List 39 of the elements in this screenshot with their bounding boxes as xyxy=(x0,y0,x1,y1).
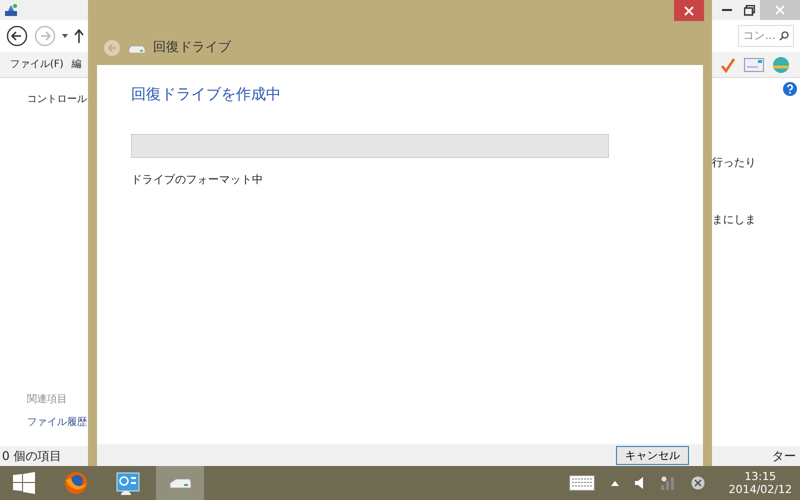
dialog-heading: 回復ドライブを作成中 xyxy=(131,84,282,105)
control-panel-icon xyxy=(115,470,141,496)
signal-icon[interactable] xyxy=(660,476,675,490)
breadcrumb[interactable]: コントロール xyxy=(27,92,87,107)
item-count: 0 個の項目 xyxy=(2,448,62,465)
dialog-title: 回復ドライブ xyxy=(153,38,231,57)
close-circle-icon[interactable] xyxy=(690,476,705,490)
side-link[interactable]: ファイル履歴 xyxy=(27,415,87,430)
drive-icon xyxy=(129,42,145,52)
minimize-icon xyxy=(722,9,732,11)
keyboard-icon[interactable] xyxy=(568,475,595,491)
up-arrow-icon[interactable] xyxy=(74,29,84,43)
help-icon[interactable] xyxy=(783,82,797,96)
clock-date[interactable]: 2014/02/12 xyxy=(728,483,792,496)
menu-item[interactable]: ファイル(F) xyxy=(10,57,64,72)
dropdown-icon[interactable] xyxy=(62,34,68,38)
section-heading: 関連項目 xyxy=(27,392,67,407)
close-icon xyxy=(684,6,694,16)
cancel-button[interactable]: キャンセル xyxy=(616,446,689,465)
search-field[interactable]: コン... xyxy=(738,25,794,47)
close-button[interactable] xyxy=(674,0,704,21)
taskbar-app-button[interactable] xyxy=(156,466,204,500)
close-icon xyxy=(775,5,785,15)
restore-icon xyxy=(744,4,754,16)
windows-logo-icon xyxy=(13,472,35,494)
status-text: ター xyxy=(772,448,796,465)
app-icon xyxy=(4,3,18,17)
back-icon[interactable] xyxy=(6,25,28,47)
menu-item[interactable]: 編 xyxy=(72,57,82,72)
clock-time[interactable]: 13:15 xyxy=(728,470,792,483)
browser-icon xyxy=(63,470,89,496)
body-text: 行ったり xyxy=(712,155,756,171)
body-text: まにしま xyxy=(712,212,756,228)
search-icon xyxy=(779,31,789,41)
speaker-icon[interactable] xyxy=(634,476,645,490)
card-icon[interactable] xyxy=(744,58,764,72)
checkmark-icon[interactable] xyxy=(720,56,736,72)
status-text: ドライブのフォーマット中 xyxy=(131,172,264,188)
caret-up-icon[interactable] xyxy=(610,480,619,486)
